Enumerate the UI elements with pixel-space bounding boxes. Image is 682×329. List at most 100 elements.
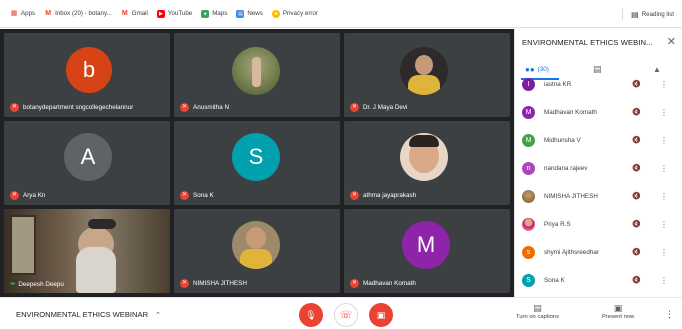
more-options-icon[interactable]: ⋮ <box>660 220 668 229</box>
mic-off-icon: 🔇 <box>632 193 641 200</box>
more-options-icon[interactable]: ⋮ <box>660 80 668 89</box>
camera-toggle-button[interactable]: ▣ <box>369 303 393 327</box>
more-options-icon[interactable]: ⋮ <box>660 192 668 201</box>
more-options-icon[interactable]: ⋮ <box>660 164 668 173</box>
participant-name: shymi Ajithsreedhar <box>544 248 599 256</box>
participant-tile[interactable]: ✕ NIMISHA JITHESH <box>174 209 340 293</box>
avatar: A <box>64 133 112 181</box>
close-icon[interactable]: ✕ <box>667 35 676 48</box>
mic-off-icon: 🔇 <box>632 249 641 256</box>
mic-off-icon: 🔇 <box>632 109 641 116</box>
people-panel: ENVIRONMENTAL ETHICS WEBIN... ✕ ●● (30) … <box>514 29 682 297</box>
leave-call-button[interactable]: ☏ <box>334 303 358 327</box>
more-options-icon[interactable]: ⋮ <box>665 309 674 320</box>
participant-name: ✕ Sona K <box>180 191 214 200</box>
tab-activities[interactable]: ▲ <box>653 59 661 79</box>
avatar-photo <box>522 189 535 203</box>
participant-name: iastna KR <box>544 80 572 88</box>
avatar: S <box>522 273 535 287</box>
more-options-icon[interactable]: ⋮ <box>660 136 668 145</box>
bookmark-label: Maps <box>212 10 228 17</box>
mic-off-icon: ✕ <box>180 191 189 200</box>
avatar: S <box>232 133 280 181</box>
bookmark-inbox[interactable]: M Inbox (20) - botany... <box>44 10 112 18</box>
more-options-icon[interactable]: ⋮ <box>660 108 668 117</box>
panel-title: ENVIRONMENTAL ETHICS WEBIN... <box>522 38 653 47</box>
avatar: b <box>66 47 112 93</box>
participant-name: ✕ Dr. J Maya Devi <box>350 103 408 112</box>
speaking-indicator-icon: ••• <box>10 281 15 288</box>
avatar: n <box>522 161 535 175</box>
mic-off-icon: ✕ <box>350 279 359 288</box>
people-count: (30) <box>537 65 549 73</box>
people-icon: ●● <box>525 64 535 74</box>
avatar: I <box>522 78 535 91</box>
more-options-icon[interactable]: ⋮ <box>660 248 668 257</box>
participant-tile[interactable]: b ✕ botanydepartment sngcollegechelannur <box>4 33 170 117</box>
participant-tile[interactable]: ✕ Dr. J Maya Devi <box>344 33 510 117</box>
mic-off-icon: 🔇 <box>632 277 641 284</box>
bookmark-news[interactable]: ▤ News <box>236 9 263 18</box>
participant-name: ✕ athma jayaprakash <box>350 191 417 200</box>
list-item[interactable]: n nandana rajeev 🔇 ⋮ <box>515 154 682 182</box>
meeting-details-button[interactable]: ENVIRONMENTAL ETHICS WEBINAR ⌃ <box>16 310 161 319</box>
video-grid: b ✕ botanydepartment sngcollegechelannur … <box>0 29 514 297</box>
participant-tile[interactable]: S ✕ Sona K <box>174 121 340 205</box>
reading-list-label: Reading list <box>641 10 674 18</box>
participant-name: ✕ Arya Kn <box>10 191 46 200</box>
list-item[interactable]: S Sona K 🔇 ⋮ <box>515 266 682 294</box>
participant-name: ✕ Anusmitha N <box>180 103 230 112</box>
avatar-photo <box>400 133 448 181</box>
mic-off-icon: 🔇 <box>632 81 641 88</box>
camera-off-icon: ▣ <box>376 309 386 320</box>
list-item[interactable]: s shymi Ajithsreedhar 🔇 ⋮ <box>515 238 682 266</box>
bookmark-privacy-error[interactable]: ● Privacy error <box>271 9 318 18</box>
participant-name: ✕ botanydepartment sngcollegechelannur <box>10 103 134 112</box>
avatar-photo <box>232 47 280 95</box>
mic-off-icon: 🎙 <box>305 309 317 320</box>
mic-off-icon: ✕ <box>350 191 359 200</box>
mic-off-icon: 🔇 <box>632 165 641 172</box>
participant-list: I iastna KR 🔇 ⋮ M Madhavan Komath 🔇 ⋮ M … <box>515 78 682 297</box>
participant-tile[interactable]: A ✕ Arya Kn <box>4 121 170 205</box>
participant-tile[interactable]: M ✕ Madhavan Komath <box>344 209 510 293</box>
captions-button[interactable]: ▤ Turn on captions <box>516 303 559 320</box>
avatar-photo <box>232 221 280 269</box>
tab-chat[interactable]: ▤ <box>593 59 602 79</box>
bookmark-gmail[interactable]: M Gmail <box>121 10 148 18</box>
avatar-photo <box>522 217 535 231</box>
avatar: M <box>522 105 535 119</box>
participant-video-tile[interactable]: ••• Deepesh Deepu <box>4 209 170 293</box>
reading-list-button[interactable]: ▤ Reading list <box>622 0 674 28</box>
bookmark-label: Inbox (20) - botany... <box>55 10 112 17</box>
participant-tile[interactable]: ✕ athma jayaprakash <box>344 121 510 205</box>
participant-name: Sona K <box>544 276 565 284</box>
captions-label: Turn on captions <box>516 314 559 320</box>
mic-off-icon: ✕ <box>10 103 19 112</box>
more-options-icon[interactable]: ⋮ <box>660 276 668 285</box>
list-item[interactable]: M Midhunsha V 🔇 ⋮ <box>515 126 682 154</box>
avatar: M <box>402 221 450 269</box>
bookmark-maps[interactable]: ● Maps <box>201 9 228 18</box>
list-item[interactable]: M Madhavan Komath 🔇 ⋮ <box>515 98 682 126</box>
present-now-button[interactable]: ▣ Present now <box>602 303 634 320</box>
mic-off-icon: 🔇 <box>632 221 641 228</box>
bookmarks-bar: ▦ Apps M Inbox (20) - botany... M Gmail … <box>0 0 682 28</box>
list-item[interactable]: I iastna KR 🔇 ⋮ <box>515 78 682 98</box>
gmail-icon: M <box>45 9 52 17</box>
participant-name: ✕ Madhavan Komath <box>350 279 416 288</box>
bookmark-youtube[interactable]: ▶ YouTube <box>156 9 192 18</box>
panel-tabs: ●● (30) ▤ ▲ <box>515 59 682 79</box>
participant-tile[interactable]: ✕ Anusmitha N <box>174 33 340 117</box>
bookmark-label: News <box>247 10 263 17</box>
tab-people[interactable]: ●● (30) <box>525 59 549 79</box>
apps-grid-icon: ▦ <box>10 9 18 17</box>
bookmark-label: Privacy error <box>282 10 318 17</box>
participant-name: ✕ NIMISHA JITHESH <box>180 279 247 288</box>
mic-toggle-button[interactable]: 🎙 <box>299 303 323 327</box>
avatar: M <box>522 133 535 147</box>
youtube-icon: ▶ <box>156 9 165 18</box>
list-item[interactable]: Priya R.S 🔇 ⋮ <box>515 210 682 238</box>
bookmark-apps[interactable]: ▦ Apps <box>10 10 35 18</box>
list-item[interactable]: NIMISHA JITHESH 🔇 ⋮ <box>515 182 682 210</box>
